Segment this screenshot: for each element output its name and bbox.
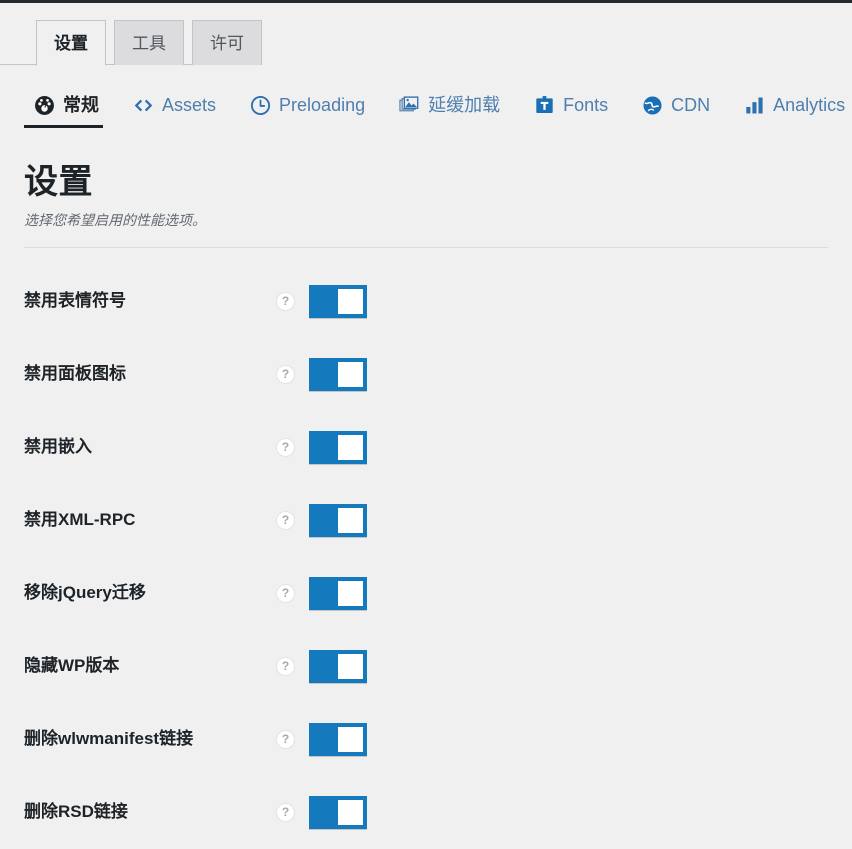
tab-tools[interactable]: 工具	[114, 20, 184, 65]
tab-license[interactable]: 许可	[192, 20, 262, 65]
help-icon[interactable]: ?	[276, 803, 295, 822]
toggle-disable-xmlrpc[interactable]	[309, 504, 367, 537]
setting-controls: ?	[276, 630, 367, 703]
tab-license-label: 许可	[210, 33, 244, 53]
toggle-knob	[338, 727, 363, 752]
setting-label: 移除jQuery迁移	[24, 583, 146, 603]
subnav-label-preloading: Preloading	[279, 95, 366, 115]
section-nav: 常规 Assets Preloading 延缓加载 Fonts CDN Anal…	[24, 81, 852, 129]
images-icon	[399, 95, 420, 116]
subnav-item-fonts[interactable]: Fonts	[522, 82, 624, 128]
globe-icon	[642, 95, 663, 116]
toggle-disable-dashicons[interactable]	[309, 358, 367, 391]
toggle-hide-wp-version[interactable]	[309, 650, 367, 683]
setting-label: 删除RSD链接	[24, 802, 128, 822]
help-icon[interactable]: ?	[276, 657, 295, 676]
setting-row-disable-embeds: 禁用嵌入 ?	[24, 411, 828, 484]
tab-settings-label: 设置	[54, 33, 88, 53]
subnav-label-lazy-load: 延缓加载	[428, 95, 501, 115]
toggle-knob	[338, 800, 363, 825]
setting-label: 禁用XML-RPC	[24, 510, 136, 530]
help-icon[interactable]: ?	[276, 511, 295, 530]
toggle-knob	[338, 508, 363, 533]
subnav-item-preloading[interactable]: Preloading	[238, 82, 381, 128]
clock-icon	[250, 95, 271, 116]
tab-settings[interactable]: 设置	[36, 20, 106, 66]
toggle-knob	[338, 654, 363, 679]
setting-controls: ?	[276, 338, 367, 411]
subnav-item-analytics[interactable]: Analytics	[732, 82, 852, 128]
subnav-item-lazy-load[interactable]: 延缓加载	[387, 82, 516, 128]
fonts-icon	[534, 95, 555, 116]
page-subtitle: 选择您希望启用的性能选项。	[24, 212, 206, 229]
heading-divider	[24, 247, 828, 249]
setting-label: 隐藏WP版本	[24, 656, 120, 676]
setting-controls: ?	[276, 703, 367, 776]
help-icon[interactable]: ?	[276, 438, 295, 457]
help-icon[interactable]: ?	[276, 365, 295, 384]
setting-row-remove-jquery-migrate: 移除jQuery迁移 ?	[24, 557, 828, 630]
bar-chart-icon	[744, 95, 765, 116]
toggle-remove-rsd-link[interactable]	[309, 796, 367, 829]
setting-controls: ?	[276, 484, 367, 557]
page-title: 设置	[24, 163, 93, 201]
setting-row-remove-wlwmanifest: 删除wlwmanifest链接 ?	[24, 703, 828, 776]
toggle-knob	[338, 289, 363, 314]
subnav-label-assets: Assets	[162, 95, 217, 115]
setting-label: 禁用表情符号	[24, 291, 126, 311]
toggle-remove-wlwmanifest[interactable]	[309, 723, 367, 756]
setting-row-hide-wp-version: 隐藏WP版本 ?	[24, 630, 828, 703]
setting-row-remove-rsd-link: 删除RSD链接 ?	[24, 776, 828, 849]
toggle-remove-jquery-migrate[interactable]	[309, 577, 367, 610]
setting-controls: ?	[276, 411, 367, 484]
setting-controls: ?	[276, 776, 367, 849]
setting-row-disable-dashicons: 禁用面板图标 ?	[24, 338, 828, 411]
setting-row-disable-xmlrpc: 禁用XML-RPC ?	[24, 484, 828, 557]
setting-row-disable-emojis: 禁用表情符号 ?	[24, 265, 828, 338]
subnav-item-assets[interactable]: Assets	[121, 82, 232, 128]
setting-label: 禁用嵌入	[24, 437, 92, 457]
page-heading-block: 设置 选择您希望启用的性能选项。	[24, 163, 828, 249]
subnav-item-cdn[interactable]: CDN	[630, 82, 726, 128]
settings-page: 设置 工具 许可 常规 Assets Preloading 延缓加载 Fonts…	[0, 3, 852, 829]
help-icon[interactable]: ?	[276, 584, 295, 603]
subnav-item-general[interactable]: 常规	[24, 82, 115, 128]
subnav-label-fonts: Fonts	[563, 95, 609, 115]
subnav-label-cdn: CDN	[671, 95, 711, 115]
help-icon[interactable]: ?	[276, 292, 295, 311]
subnav-label-analytics: Analytics	[773, 95, 846, 115]
setting-controls: ?	[276, 557, 367, 630]
setting-label: 禁用面板图标	[24, 364, 126, 384]
help-icon[interactable]: ?	[276, 730, 295, 749]
subnav-label-general: 常规	[63, 95, 99, 115]
toggle-knob	[338, 435, 363, 460]
toggle-disable-emojis[interactable]	[309, 285, 367, 318]
dashboard-icon	[34, 95, 55, 116]
code-icon	[133, 95, 154, 116]
toggle-knob	[338, 581, 363, 606]
setting-controls: ?	[276, 265, 367, 338]
tab-tools-label: 工具	[132, 33, 166, 53]
settings-list: 禁用表情符号 ? 禁用面板图标 ? 禁用嵌入 ? 禁用XML-RPC ? 移除j…	[24, 265, 828, 849]
setting-label: 删除wlwmanifest链接	[24, 729, 194, 749]
toggle-disable-embeds[interactable]	[309, 431, 367, 464]
main-tab-strip: 设置 工具 许可	[0, 20, 262, 66]
toggle-knob	[338, 362, 363, 387]
